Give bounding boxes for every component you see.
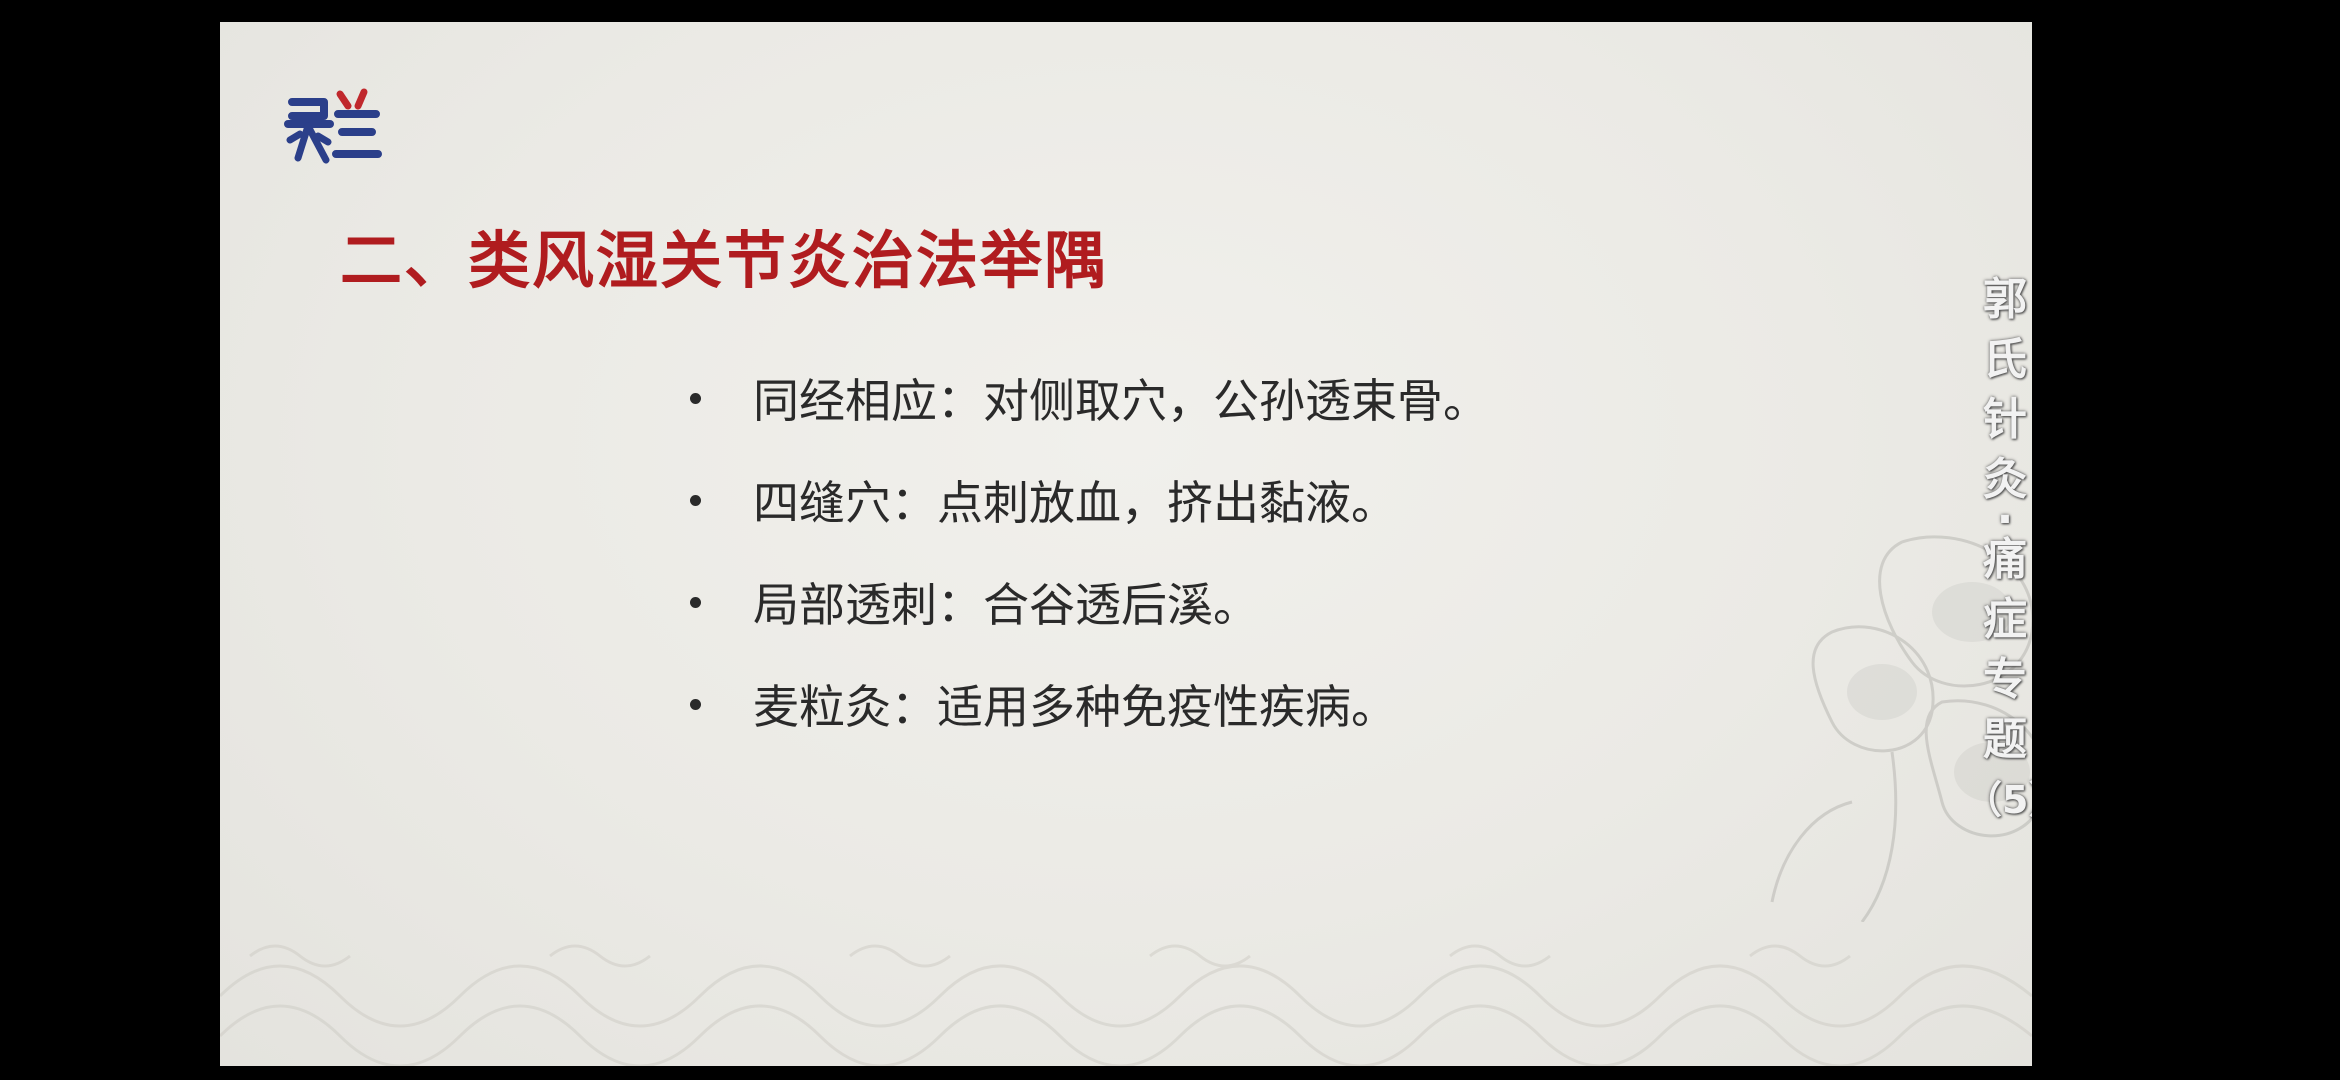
- vertical-series-title: 郭 氏 针 灸 · 痛 症 专 题 （5）: [1970, 270, 2032, 830]
- series-title-char: 专: [1983, 654, 2027, 705]
- list-item: 四缝穴：点刺放血，挤出黏液。: [690, 449, 1489, 551]
- bullet-text: 麦粒灸：适用多种免疫性疾病。: [753, 680, 1397, 734]
- slide-title: 二、类风湿关节炎治法举隅: [340, 224, 1109, 297]
- slide: 二、类风湿关节炎治法举隅 同经相应：对侧取穴，公孙透束骨。 四缝穴：点刺放血，挤…: [220, 22, 2032, 1066]
- series-title-char: 痛: [1983, 534, 2027, 585]
- series-title-char: 郭: [1983, 274, 2027, 325]
- series-title-separator: ·: [1996, 494, 2014, 545]
- series-episode-number: （5）: [1970, 778, 2032, 822]
- series-title-char: 症: [1983, 594, 2027, 645]
- bullet-text: 同经相应：对侧取穴，公孙透束骨。: [753, 374, 1489, 428]
- bullet-list: 同经相应：对侧取穴，公孙透束骨。 四缝穴：点刺放血，挤出黏液。 局部透刺：合谷透…: [690, 347, 1489, 755]
- bullet-dot-icon: [690, 698, 701, 710]
- list-item: 同经相应：对侧取穴，公孙透束骨。: [690, 347, 1489, 449]
- series-title-char: 题: [1983, 714, 2027, 765]
- bullet-text: 四缝穴：点刺放血，挤出黏液。: [753, 476, 1397, 530]
- bullet-dot-icon: [690, 596, 701, 608]
- list-item: 麦粒灸：适用多种免疫性疾病。: [690, 653, 1489, 755]
- bullet-dot-icon: [690, 392, 701, 404]
- bullet-dot-icon: [690, 494, 701, 506]
- bullet-text: 局部透刺：合谷透后溪。: [753, 578, 1259, 632]
- cloud-pattern-border-icon: [220, 944, 2032, 1066]
- lingxin-logo-icon: [284, 88, 382, 164]
- series-title-char: 针: [1983, 394, 2027, 445]
- series-title-char: 氏: [1983, 334, 2027, 385]
- list-item: 局部透刺：合谷透后溪。: [690, 551, 1489, 653]
